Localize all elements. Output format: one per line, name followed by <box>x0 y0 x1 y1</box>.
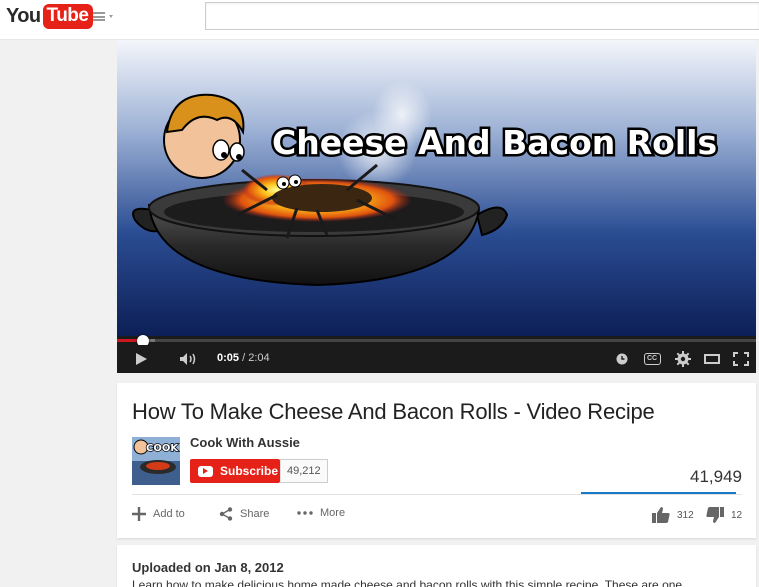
fullscreen-icon <box>733 352 749 366</box>
channel-name-link[interactable]: Cook With Aussie <box>190 435 300 450</box>
upload-date: Uploaded on Jan 8, 2012 <box>132 560 284 575</box>
share-icon <box>219 507 233 521</box>
volume-button[interactable] <box>177 345 201 373</box>
captions-icon: CC <box>643 353 661 365</box>
video-thumbnail-illustration: Cheese And Bacon Rolls <box>117 40 756 336</box>
theater-mode-button[interactable] <box>702 345 722 373</box>
like-sentiment-bar <box>581 492 737 494</box>
duration: 2:04 <box>248 352 270 364</box>
youtube-play-icon <box>198 465 213 477</box>
divider <box>132 494 742 495</box>
hamburger-icon <box>93 11 105 21</box>
video-player[interactable]: Cheese And Bacon Rolls 0:05 / 2:04 CC <box>117 40 756 373</box>
youtube-logo[interactable]: You Tube <box>6 3 94 29</box>
masthead: You Tube <box>0 0 759 40</box>
logo-tube-text: Tube <box>42 3 94 29</box>
volume-icon <box>180 353 196 365</box>
fullscreen-button[interactable] <box>731 345 751 373</box>
settings-icon <box>675 351 691 367</box>
more-button[interactable]: More <box>297 507 345 519</box>
progress-bar[interactable] <box>117 335 756 347</box>
subscriber-count: 49,212 <box>280 459 328 483</box>
progress-track <box>117 339 756 342</box>
current-time: 0:05 <box>217 352 240 364</box>
more-label: More <box>320 507 346 519</box>
search-input[interactable] <box>205 2 759 30</box>
subscribe-button[interactable]: Subscribe <box>190 459 280 483</box>
like-count: 312 <box>677 509 694 521</box>
theater-mode-icon <box>704 354 720 364</box>
play-icon <box>136 353 147 365</box>
plus-icon <box>132 507 146 521</box>
channel-avatar-image: COOK <box>132 437 180 485</box>
description-text: Learn how to make delicious home made ch… <box>132 578 683 587</box>
thumbs-down-icon <box>706 507 724 523</box>
dislike-count: 12 <box>731 509 743 521</box>
channel-avatar[interactable]: COOK <box>132 437 180 485</box>
description-card: Uploaded on Jan 8, 2012 Learn how to mak… <box>117 545 756 587</box>
logo-you-text: You <box>6 4 41 27</box>
like-button[interactable]: 312 <box>652 507 694 523</box>
settings-button[interactable] <box>673 345 693 373</box>
chevron-down-icon <box>109 14 113 18</box>
video-info-card: How To Make Cheese And Bacon Rolls - Vid… <box>117 383 756 538</box>
guide-menu-button[interactable] <box>93 9 117 23</box>
more-dots-icon <box>297 511 313 515</box>
view-count: 41,949 <box>690 467 742 486</box>
captions-button[interactable]: CC <box>641 345 663 373</box>
video-frame[interactable]: Cheese And Bacon Rolls <box>117 40 756 336</box>
thumbs-up-icon <box>652 507 670 523</box>
time-separator: / <box>239 352 249 364</box>
dislike-button[interactable]: 12 <box>706 507 742 523</box>
add-to-button[interactable]: Add to <box>132 507 185 521</box>
video-title: How To Make Cheese And Bacon Rolls - Vid… <box>132 399 655 424</box>
watch-later-icon <box>616 353 628 365</box>
player-controls: 0:05 / 2:04 CC <box>117 345 756 373</box>
add-to-label: Add to <box>153 508 185 520</box>
share-label: Share <box>240 508 270 520</box>
overlay-title: Cheese And Bacon Rolls <box>272 123 717 162</box>
share-button[interactable]: Share <box>219 507 269 521</box>
time-display: 0:05 / 2:04 <box>217 352 270 364</box>
play-button[interactable] <box>131 345 151 373</box>
channel-avatar-text: COOK <box>146 443 179 454</box>
watch-later-button[interactable] <box>614 345 630 373</box>
subscribe-label: Subscribe <box>220 464 279 478</box>
